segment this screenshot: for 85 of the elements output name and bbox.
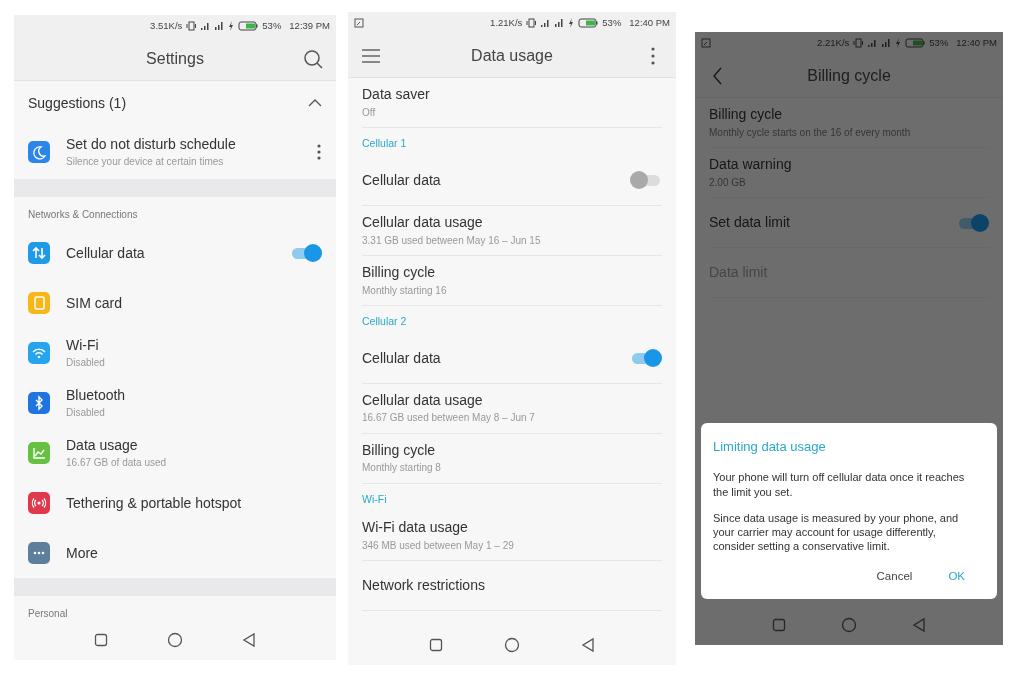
signal-icon [200,21,211,31]
circle-icon[interactable] [167,632,183,648]
battery-percent: 53% [262,18,282,33]
signal-icon [554,18,565,28]
item-subtitle: Monthly starting 16 [362,283,448,297]
toggle-switch[interactable] [957,212,989,233]
dialog-title: Limiting data usage [713,437,827,456]
circle-icon[interactable] [841,617,857,633]
screen-title: Billing cycle [806,65,892,86]
item-title: Billing cycle [362,441,437,459]
vibrate-icon [186,21,197,31]
item-title: Data saver [362,86,431,103]
screen-title: Settings [145,48,205,69]
item-subtitle: Disabled [66,356,106,370]
item-title: Cellular data usage [362,391,484,409]
item-title: Tethering & portable hotspot [66,494,243,512]
item-title: Cellular data [362,349,442,367]
dialog-button[interactable]: Cancel [866,565,923,587]
triangle-icon[interactable] [581,637,596,653]
item-title: Data warning [709,156,793,173]
clock-time: 12:40 PM [956,35,997,50]
square-icon[interactable] [93,633,108,647]
item-title: Data usage [66,436,139,454]
clock-time: 12:40 PM [629,15,670,30]
item-title: Network restrictions [362,577,486,595]
square-icon[interactable] [428,638,443,652]
circle-icon[interactable] [504,637,520,653]
item-subtitle: 346 MB used between May 1 – 29 [362,539,515,553]
item-title: Cellular data [66,244,146,262]
dialog-message: Your phone will turn off cellular data once it reaches the limit you set. [713,470,966,499]
signal-icon [867,38,878,48]
item-title: Billing cycle [362,263,437,281]
item-title: Bluetooth [66,386,127,404]
screenshot-icon [354,18,364,28]
screen-title: Data usage [470,45,554,66]
vibrate-icon [526,18,537,28]
item-title: Wi-Fi [66,336,100,354]
item-subtitle: Off [362,105,377,119]
signal-icon [881,38,892,48]
category-label: Cellular 2 [361,313,408,329]
item-subtitle: Silence your device at certain times [66,155,225,169]
section-label: Networks & Connections [27,208,139,222]
toggle-switch[interactable] [630,348,662,368]
category-label: Cellular 1 [361,136,408,151]
battery-percent: 53% [602,15,622,30]
vibrate-icon [853,38,864,48]
charging-icon [895,38,902,48]
charging-icon [568,18,575,28]
group-title: Suggestions (1) [28,94,127,112]
square-icon[interactable] [772,618,787,632]
battery-icon [238,21,259,31]
item-subtitle: 16.67 GB used between May 8 – Jun 7 [362,411,536,425]
section-label: Personal [27,607,69,620]
network-speed: 2.21K/s [817,35,850,50]
dialog-message: Since data usage is measured by your phone, and your carrier may account for usage differently, consider setting a conservative limit. [713,510,960,554]
signal-icon [540,18,551,28]
item-subtitle: Monthly starting 8 [362,461,442,475]
item-subtitle: Disabled [66,406,106,420]
item-title: Set do not disturb schedule [66,135,237,153]
item-title: Cellular data usage [362,213,484,231]
item-title: Set data limit [709,214,791,231]
toggle-switch[interactable] [290,243,322,263]
item-title: More [66,544,99,562]
signal-icon [214,21,225,31]
triangle-icon[interactable] [911,617,926,633]
item-title: Cellular data [362,171,442,189]
item-title: SIM card [66,294,123,312]
item-title: Billing cycle [709,106,784,123]
triangle-icon[interactable] [242,632,257,648]
screenshot-icon [701,38,711,48]
network-speed: 1.21K/s [490,15,523,30]
item-title: Wi-Fi data usage [362,519,469,537]
search-icon[interactable] [302,47,324,70]
network-speed: 3.51K/s [150,18,183,33]
charging-icon [228,21,235,31]
item-subtitle: 3.31 GB used between May 16 – Jun 15 [362,233,542,247]
battery-icon [905,38,926,48]
category-label: Wi-Fi [361,491,388,507]
chevron-icon[interactable] [308,98,322,108]
item-subtitle: 16.67 GB of data used [66,456,168,470]
battery-icon [578,18,599,28]
toggle-switch[interactable] [630,170,662,191]
battery-percent: 53% [929,35,949,50]
more-options-icon[interactable] [316,143,322,161]
clock-time: 12:39 PM [289,18,330,33]
